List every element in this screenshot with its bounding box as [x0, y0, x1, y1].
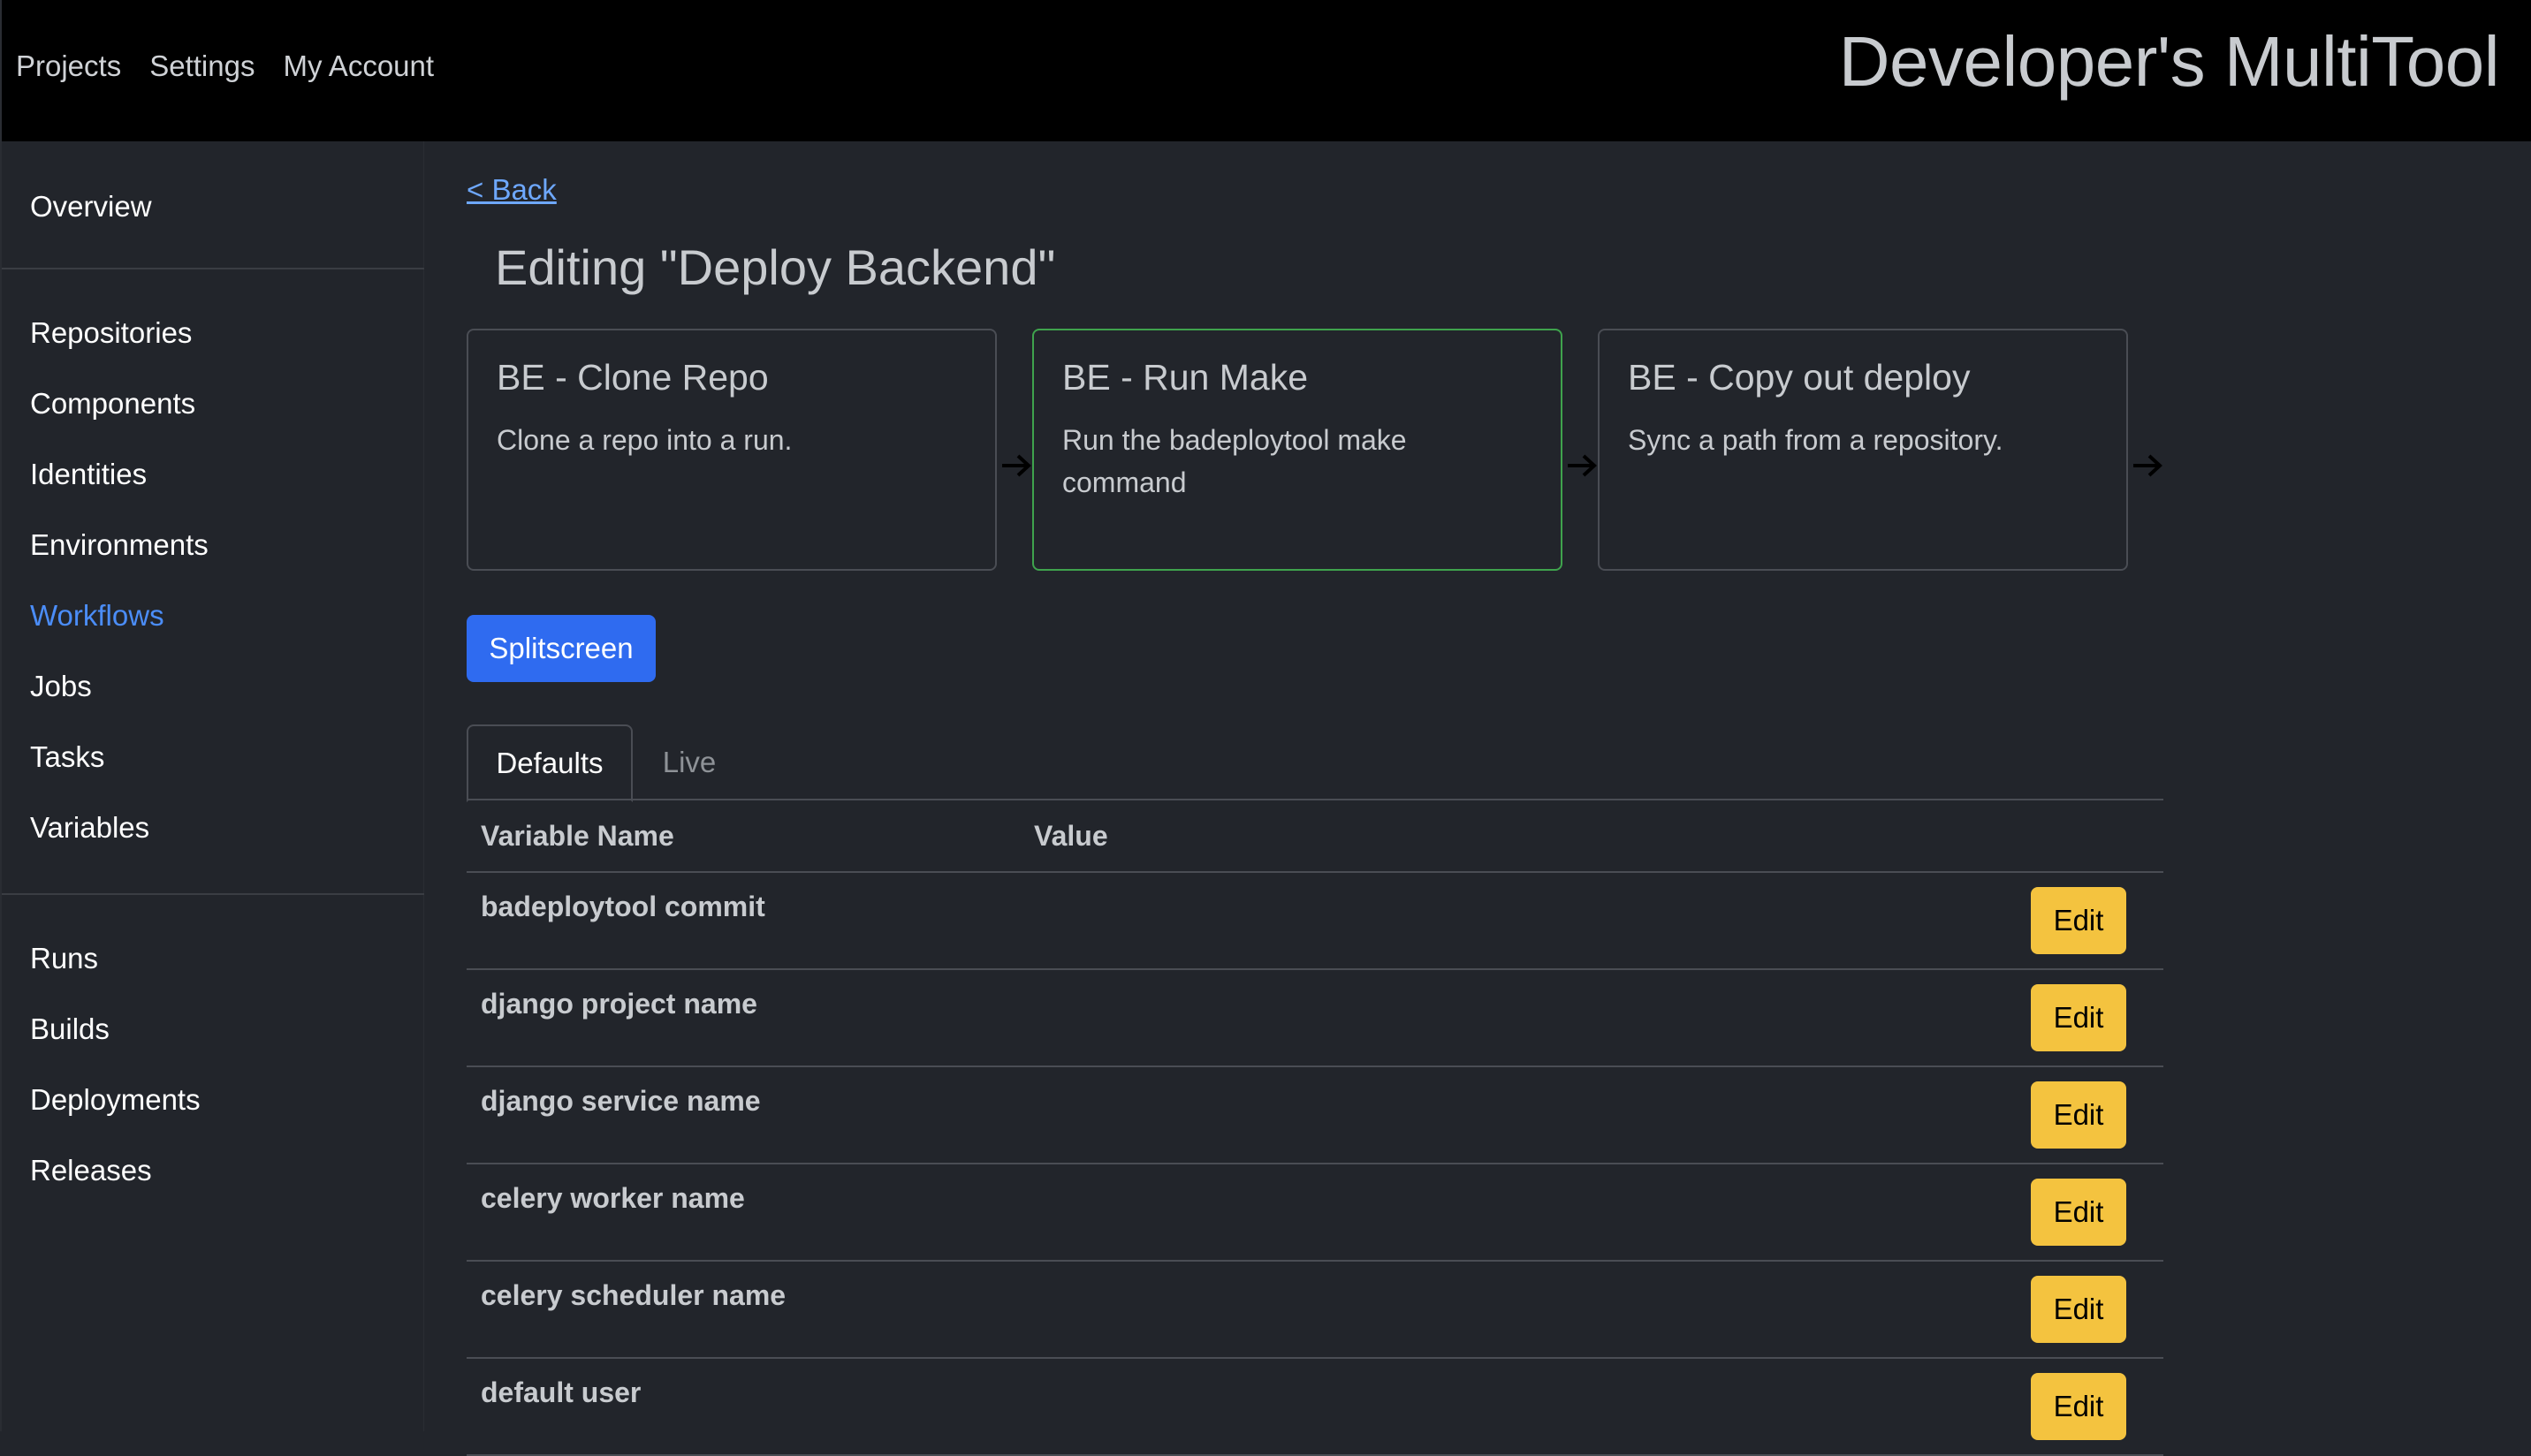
edit-button[interactable]: Edit — [2031, 1373, 2126, 1440]
nav-settings-link[interactable]: Settings — [149, 49, 255, 83]
sidebar-item-runs[interactable]: Runs — [30, 942, 98, 975]
table-header: Variable Name Value — [467, 802, 2163, 873]
nav-my-account-link[interactable]: My Account — [283, 49, 434, 83]
workflow-step-card[interactable]: BE - Copy out deploy Sync a path from a … — [1598, 329, 2128, 571]
tab-bar: Defaults Live — [467, 724, 2163, 802]
step-title: BE - Run Make — [1062, 357, 1308, 398]
edit-button[interactable]: Edit — [2031, 887, 2126, 954]
sidebar-item-tasks[interactable]: Tasks — [30, 740, 104, 774]
table-row: django project name Edit — [467, 970, 2163, 1067]
workflow-step-card-selected[interactable]: BE - Run Make Run the badeploytool make … — [1032, 329, 1562, 571]
variable-name: django service name — [481, 1085, 761, 1117]
table-row: celery worker name Edit — [467, 1164, 2163, 1262]
edit-button[interactable]: Edit — [2031, 1276, 2126, 1343]
tab-live[interactable]: Live — [633, 724, 746, 800]
step-description: Run the badeploytool make command — [1062, 424, 1407, 498]
sidebar-item-deployments[interactable]: Deployments — [30, 1083, 201, 1117]
table-row: celery scheduler name Edit — [467, 1262, 2163, 1359]
brand-title: Developer's MultiTool — [1838, 22, 2500, 101]
table-row: badeploytool commit Edit — [467, 873, 2163, 970]
column-header-variable-name: Variable Name — [481, 820, 674, 852]
edit-button[interactable]: Edit — [2031, 1179, 2126, 1246]
main-content: < Back Editing "Deploy Backend" BE - Clo… — [424, 141, 2531, 1456]
sidebar-item-overview[interactable]: Overview — [30, 190, 152, 224]
variable-name: badeploytool commit — [481, 891, 765, 922]
arrow-right-icon — [2133, 454, 2162, 477]
splitscreen-button[interactable]: Splitscreen — [467, 615, 656, 682]
tab-defaults[interactable]: Defaults — [467, 724, 633, 802]
variable-name: django project name — [481, 988, 757, 1020]
sidebar: Overview Repositories Components Identit… — [0, 141, 424, 1431]
back-link[interactable]: < Back — [467, 173, 557, 207]
nav-projects-link[interactable]: Projects — [16, 49, 121, 83]
edit-button[interactable]: Edit — [2031, 1081, 2126, 1149]
sidebar-item-identities[interactable]: Identities — [30, 458, 147, 491]
step-description: Sync a path from a repository. — [1628, 424, 2003, 456]
step-title: BE - Clone Repo — [497, 357, 769, 398]
edit-button[interactable]: Edit — [2031, 984, 2126, 1051]
table-row: django service name Edit — [467, 1067, 2163, 1164]
column-header-value: Value — [1034, 820, 1108, 852]
variable-name: celery scheduler name — [481, 1279, 787, 1311]
variable-name: default user — [481, 1376, 642, 1408]
sidebar-item-environments[interactable]: Environments — [30, 528, 209, 562]
step-description: Clone a repo into a run. — [497, 424, 793, 456]
arrow-right-icon — [1568, 454, 1597, 477]
workflow-step-card[interactable]: BE - Clone Repo Clone a repo into a run. — [467, 329, 997, 571]
top-navbar: Projects Settings My Account Developer's… — [0, 0, 2531, 141]
sidebar-divider — [2, 268, 424, 269]
sidebar-item-repositories[interactable]: Repositories — [30, 316, 192, 350]
sidebar-item-releases[interactable]: Releases — [30, 1154, 152, 1187]
sidebar-item-workflows[interactable]: Workflows — [30, 599, 164, 633]
variable-name: celery worker name — [481, 1182, 745, 1214]
sidebar-item-builds[interactable]: Builds — [30, 1012, 110, 1046]
sidebar-divider — [2, 893, 424, 895]
step-title: BE - Copy out deploy — [1628, 357, 1971, 398]
sidebar-item-components[interactable]: Components — [30, 387, 195, 421]
variables-table: Variable Name Value badeploytool commit … — [467, 802, 2163, 1456]
top-nav: Projects Settings My Account — [16, 0, 434, 133]
table-row: default user Edit — [467, 1359, 2163, 1456]
page-title: Editing "Deploy Backend" — [495, 239, 1056, 295]
sidebar-item-variables[interactable]: Variables — [30, 811, 149, 845]
arrow-right-icon — [1002, 454, 1031, 477]
sidebar-item-jobs[interactable]: Jobs — [30, 670, 92, 703]
